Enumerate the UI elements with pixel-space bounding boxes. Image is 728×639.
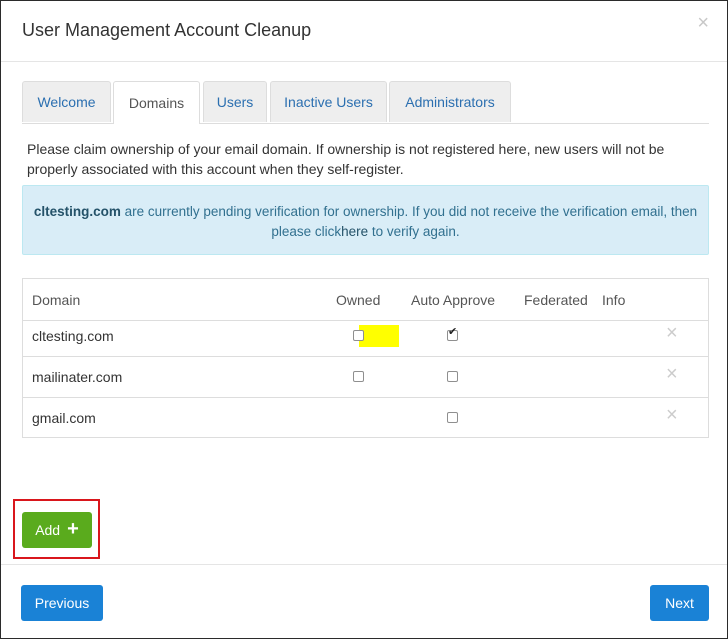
plus-icon: +: [67, 518, 79, 540]
owned-checkbox[interactable]: [353, 371, 364, 382]
previous-button[interactable]: Previous: [21, 585, 103, 621]
header-domain: Domain: [32, 291, 81, 308]
domains-table: Domain Owned Auto Approve Federated Info…: [22, 278, 709, 438]
next-button[interactable]: Next: [650, 585, 709, 621]
table-row: cltesting.com ×: [23, 315, 708, 357]
owned-cell: [353, 356, 364, 397]
account-cleanup-modal: User Management Account Cleanup × Welcom…: [0, 0, 728, 639]
close-icon[interactable]: ×: [697, 13, 709, 33]
add-button-label: Add: [35, 522, 61, 538]
tab-welcome[interactable]: Welcome: [22, 81, 111, 122]
owned-highlight: [359, 325, 399, 347]
modal-header: User Management Account Cleanup ×: [1, 1, 727, 62]
table-row: gmail.com ×: [23, 397, 708, 438]
intro-text: Please claim ownership of your email dom…: [27, 141, 665, 177]
tab-domains[interactable]: Domains: [113, 81, 200, 124]
tab-inactive-users[interactable]: Inactive Users: [270, 81, 387, 122]
header-auto-approve: Auto Approve: [411, 291, 496, 308]
header-info: Info: [602, 291, 626, 308]
tab-users[interactable]: Users: [203, 81, 267, 122]
domain-name: cltesting.com: [32, 327, 114, 344]
remove-domain-icon[interactable]: ×: [666, 323, 678, 343]
modal-footer: Previous Next: [1, 564, 727, 639]
auto-approve-cell: [447, 356, 458, 397]
owned-checkbox[interactable]: [353, 330, 364, 341]
remove-domain-icon[interactable]: ×: [666, 405, 678, 425]
domain-name: gmail.com: [32, 409, 96, 426]
tab-administrators[interactable]: Administrators: [389, 81, 511, 122]
add-domain-button[interactable]: Add +: [22, 512, 92, 548]
auto-approve-checkbox[interactable]: [447, 412, 458, 423]
tab-bar: Welcome Domains Users Inactive Users Adm…: [22, 81, 709, 124]
header-owned: Owned: [336, 291, 381, 308]
verification-alert: cltesting.com are currently pending veri…: [22, 185, 709, 255]
header-federated: Federated: [524, 291, 588, 308]
alert-domain: cltesting.com: [33, 204, 121, 219]
alert-text-end: to verify again.: [368, 224, 460, 239]
owned-cell: [353, 315, 364, 356]
verify-again-link[interactable]: here: [341, 224, 368, 239]
auto-approve-checkbox[interactable]: [447, 371, 458, 382]
auto-approve-cell: [447, 397, 458, 438]
auto-approve-cell: [447, 315, 458, 356]
remove-domain-icon[interactable]: ×: [666, 364, 678, 384]
auto-approve-checkbox[interactable]: [447, 327, 458, 341]
table-row: mailinater.com ×: [23, 356, 708, 398]
modal-title: User Management Account Cleanup: [22, 20, 312, 40]
domain-name: mailinater.com: [32, 368, 123, 385]
